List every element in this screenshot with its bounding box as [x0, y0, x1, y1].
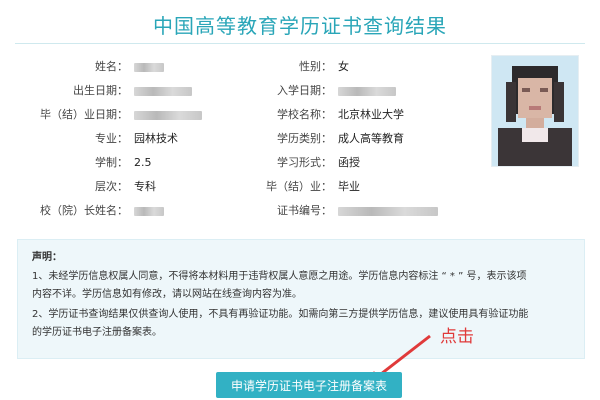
red-arrow-annotation	[362, 334, 431, 389]
click-annotation-label: 点击	[440, 327, 474, 347]
apply-registration-form-button[interactable]: 申请学历证书电子注册备案表	[216, 372, 402, 398]
